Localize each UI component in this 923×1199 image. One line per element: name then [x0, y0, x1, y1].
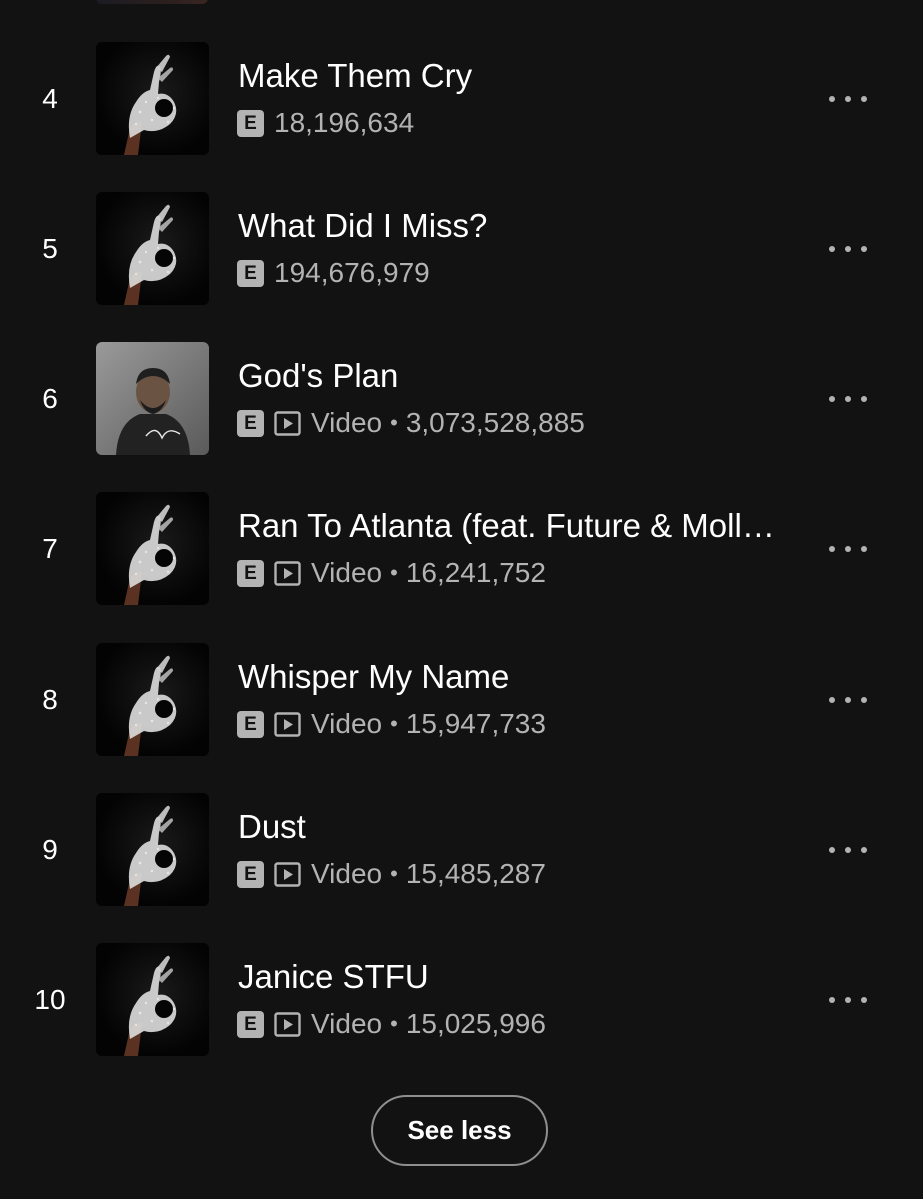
- album-cover-hand[interactable]: [96, 943, 209, 1056]
- explicit-icon: E: [237, 259, 264, 287]
- more-options-button[interactable]: [818, 234, 878, 264]
- track-row[interactable]: 4 Make Them Cry E 18,196,634: [0, 42, 923, 156]
- track-row[interactable]: 5 What Did I Miss? E 194,676,979: [0, 192, 923, 306]
- previous-track-artwork-edge: [96, 0, 208, 4]
- track-rank: 4: [42, 83, 58, 114]
- track-rank: 7: [42, 533, 58, 564]
- explicit-icon: E: [237, 109, 264, 137]
- explicit-icon: E: [237, 409, 264, 437]
- video-icon: [274, 861, 301, 887]
- track-row[interactable]: 10 Janice STFU E Video • 15,025,996: [0, 943, 923, 1057]
- more-options-button[interactable]: [818, 835, 878, 865]
- video-icon: [274, 560, 301, 586]
- track-meta: E Video • 3,073,528,885: [237, 407, 585, 438]
- track-meta: E Video • 16,241,752: [237, 557, 546, 588]
- track-rank: 6: [42, 383, 58, 414]
- track-meta: E Video • 15,485,287: [237, 858, 546, 889]
- track-rank: 9: [42, 834, 58, 865]
- track-title: Janice STFU: [238, 958, 429, 995]
- more-options-button[interactable]: [818, 685, 878, 715]
- track-title: Ran To Atlanta (feat. Future & Molly...: [238, 507, 778, 544]
- more-options-button[interactable]: [818, 985, 878, 1015]
- explicit-icon: E: [237, 1010, 264, 1038]
- track-meta: E 194,676,979: [237, 257, 430, 288]
- track-row[interactable]: 8 Whisper My Name E Video • 15,947,733: [0, 643, 923, 757]
- video-label: Video: [311, 557, 383, 588]
- track-rank: 10: [34, 984, 66, 1015]
- album-cover-hand[interactable]: [96, 643, 209, 756]
- separator-dot: •: [390, 1011, 398, 1036]
- video-label: Video: [311, 1008, 383, 1039]
- album-cover-hand[interactable]: [96, 192, 209, 305]
- track-title: Dust: [238, 808, 306, 845]
- video-label: Video: [311, 858, 383, 889]
- track-title: Whisper My Name: [238, 658, 510, 695]
- video-label: Video: [311, 708, 383, 739]
- track-title: God's Plan: [238, 357, 399, 394]
- play-count: 3,073,528,885: [405, 407, 585, 438]
- album-cover-hand[interactable]: [96, 492, 209, 605]
- album-cover-hand[interactable]: [96, 42, 209, 155]
- album-cover-hand[interactable]: [96, 793, 209, 906]
- track-title: Make Them Cry: [238, 57, 473, 94]
- track-title: What Did I Miss?: [238, 207, 488, 244]
- explicit-icon: E: [237, 710, 264, 738]
- see-less-button[interactable]: See less: [371, 1095, 548, 1166]
- track-meta: E Video • 15,947,733: [237, 708, 546, 739]
- play-count: 15,947,733: [405, 708, 546, 739]
- separator-dot: •: [390, 410, 398, 435]
- more-options-button[interactable]: [818, 384, 878, 414]
- play-count: 18,196,634: [274, 107, 415, 138]
- more-options-button[interactable]: [818, 534, 878, 564]
- video-icon: [274, 1011, 301, 1037]
- track-meta: E 18,196,634: [237, 107, 415, 138]
- separator-dot: •: [390, 861, 398, 886]
- track-rank: 8: [42, 684, 58, 715]
- video-icon: [274, 711, 301, 737]
- explicit-icon: E: [237, 860, 264, 888]
- track-row[interactable]: 6 God's Plan E Video • 3,073,528,885: [0, 342, 923, 456]
- more-options-button[interactable]: [818, 84, 878, 114]
- play-count: 15,025,996: [405, 1008, 546, 1039]
- video-label: Video: [311, 407, 383, 438]
- track-row[interactable]: 7 Ran To Atlanta (feat. Future & Molly..…: [0, 492, 923, 606]
- separator-dot: •: [390, 711, 398, 736]
- track-row[interactable]: 9 Dust E Video • 15,485,287: [0, 793, 923, 907]
- separator-dot: •: [390, 560, 398, 585]
- play-count: 194,676,979: [274, 257, 430, 288]
- explicit-icon: E: [237, 559, 264, 587]
- album-cover-portrait[interactable]: [96, 342, 209, 455]
- play-count: 15,485,287: [405, 858, 546, 889]
- play-count: 16,241,752: [405, 557, 546, 588]
- video-icon: [274, 410, 301, 436]
- track-rank: 5: [42, 233, 58, 264]
- track-meta: E Video • 15,025,996: [237, 1008, 546, 1039]
